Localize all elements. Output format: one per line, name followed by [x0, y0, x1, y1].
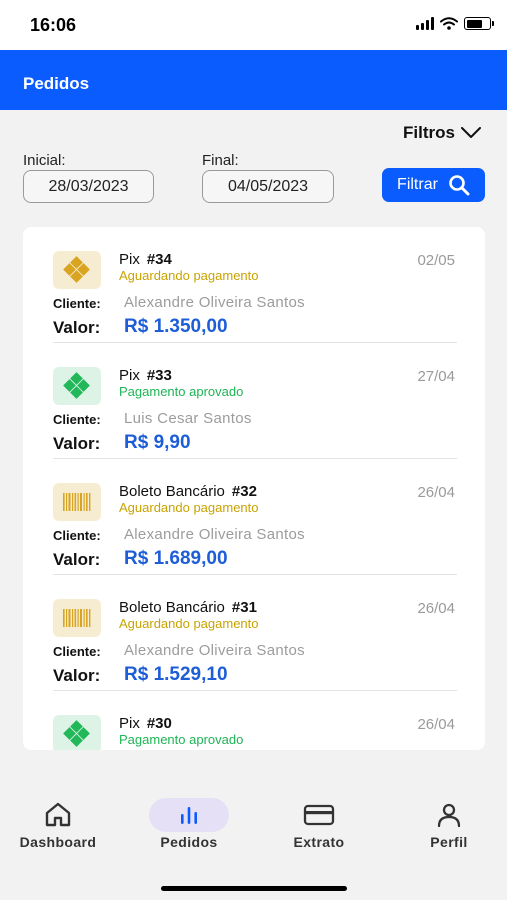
bar-chart-icon — [181, 807, 197, 824]
order-date: 27/04 — [417, 368, 455, 385]
client-label: Cliente: — [53, 412, 101, 427]
person-icon — [437, 803, 461, 828]
order-status: Pagamento aprovado — [119, 384, 244, 399]
order-number: #30 — [146, 715, 172, 732]
pix-icon — [53, 251, 101, 289]
tab-bar: Dashboard Pedidos Extrato Perfil — [0, 768, 507, 900]
order-value: R$ 1.689,00 — [124, 548, 228, 569]
order-method: Boleto Bancário #32 — [119, 483, 257, 500]
filter-button[interactable]: Filtrar — [382, 168, 485, 202]
value-label: Valor: — [53, 550, 101, 569]
start-date-input[interactable]: 28/03/2023 — [23, 170, 154, 203]
status-icons — [416, 17, 494, 30]
order-number: #33 — [146, 367, 172, 384]
order-method-label: Pix — [119, 251, 140, 268]
client-label: Cliente: — [53, 644, 101, 659]
battery-icon — [464, 17, 494, 30]
order-method-label: Boleto Bancário — [119, 483, 225, 500]
order-date: 02/05 — [417, 252, 455, 269]
barcode-icon — [53, 599, 101, 637]
order-value: R$ 1.350,00 — [124, 316, 228, 337]
order-method: Pix #33 — [119, 367, 172, 384]
filters-toggle-label: Filtros — [403, 123, 455, 142]
order-method: Boleto Bancário #31 — [119, 599, 257, 616]
client-name: Alexandre Oliveira Santos — [124, 526, 305, 543]
order-method: Pix #30 — [119, 715, 172, 732]
filters-toggle[interactable]: Filtros — [403, 123, 481, 143]
order-item[interactable]: Boleto Bancário #32 Aguardando pagamento … — [23, 459, 485, 575]
end-date-input[interactable]: 04/05/2023 — [202, 170, 334, 203]
tab-perfil[interactable]: Perfil — [399, 768, 499, 850]
client-name: Alexandre Oliveira Santos — [124, 294, 305, 311]
app-header: Pedidos — [0, 50, 507, 110]
status-time: 16:06 — [30, 15, 77, 35]
tab-label: Perfil — [430, 834, 468, 850]
page-title: Pedidos — [23, 74, 90, 93]
signal-icon — [416, 17, 434, 30]
order-value: R$ 9,90 — [124, 432, 191, 453]
order-number: #31 — [231, 599, 257, 616]
value-label: Valor: — [53, 666, 101, 685]
filter-button-label: Filtrar — [397, 176, 438, 193]
order-date: 26/04 — [417, 716, 455, 733]
chevron-down-icon — [461, 127, 481, 138]
order-value: R$ 1.529,10 — [124, 664, 228, 685]
value-label: Valor: — [53, 318, 101, 337]
tab-pedidos[interactable]: Pedidos — [139, 768, 239, 850]
client-name: Luis Cesar Santos — [124, 410, 252, 427]
order-status: Aguardando pagamento — [119, 268, 259, 283]
start-date-label: Inicial: — [23, 152, 66, 169]
end-date-label: Final: — [202, 152, 239, 169]
order-status: Aguardando pagamento — [119, 500, 259, 515]
pix-icon — [53, 367, 101, 405]
order-method-label: Pix — [119, 715, 140, 732]
order-date: 26/04 — [417, 600, 455, 617]
order-number: #32 — [231, 483, 257, 500]
client-label: Cliente: — [53, 296, 101, 311]
card-icon — [303, 804, 335, 826]
tab-label: Pedidos — [160, 834, 218, 850]
orders-list: Pix #34 Aguardando pagamento 02/05 Client… — [23, 227, 485, 750]
order-item[interactable]: Pix #34 Aguardando pagamento 02/05 Client… — [23, 227, 485, 343]
order-item[interactable]: Pix #33 Pagamento aprovado 27/04 Cliente:… — [23, 343, 485, 459]
status-bar: 16:06 — [0, 0, 507, 50]
home-indicator — [161, 886, 347, 891]
order-status: Aguardando pagamento — [119, 616, 259, 631]
order-number: #34 — [146, 251, 172, 268]
client-name: Alexandre Oliveira Santos — [124, 642, 305, 659]
value-label: Valor: — [53, 434, 101, 453]
client-label: Cliente: — [53, 528, 101, 543]
barcode-icon — [53, 483, 101, 521]
order-method: Pix #34 — [119, 251, 172, 268]
search-icon — [449, 175, 470, 196]
order-status: Pagamento aprovado — [119, 732, 244, 747]
tab-extrato[interactable]: Extrato — [269, 768, 369, 850]
tab-dashboard[interactable]: Dashboard — [8, 768, 108, 850]
pix-icon — [53, 715, 101, 750]
tab-label: Dashboard — [19, 834, 97, 850]
order-item[interactable]: Pix #30 Pagamento aprovado 26/04 — [23, 691, 485, 750]
tab-label: Extrato — [293, 834, 345, 850]
home-icon — [45, 802, 71, 827]
order-date: 26/04 — [417, 484, 455, 501]
order-item[interactable]: Boleto Bancário #31 Aguardando pagamento … — [23, 575, 485, 691]
order-method-label: Boleto Bancário — [119, 599, 225, 616]
wifi-icon — [440, 17, 458, 30]
order-method-label: Pix — [119, 367, 140, 384]
